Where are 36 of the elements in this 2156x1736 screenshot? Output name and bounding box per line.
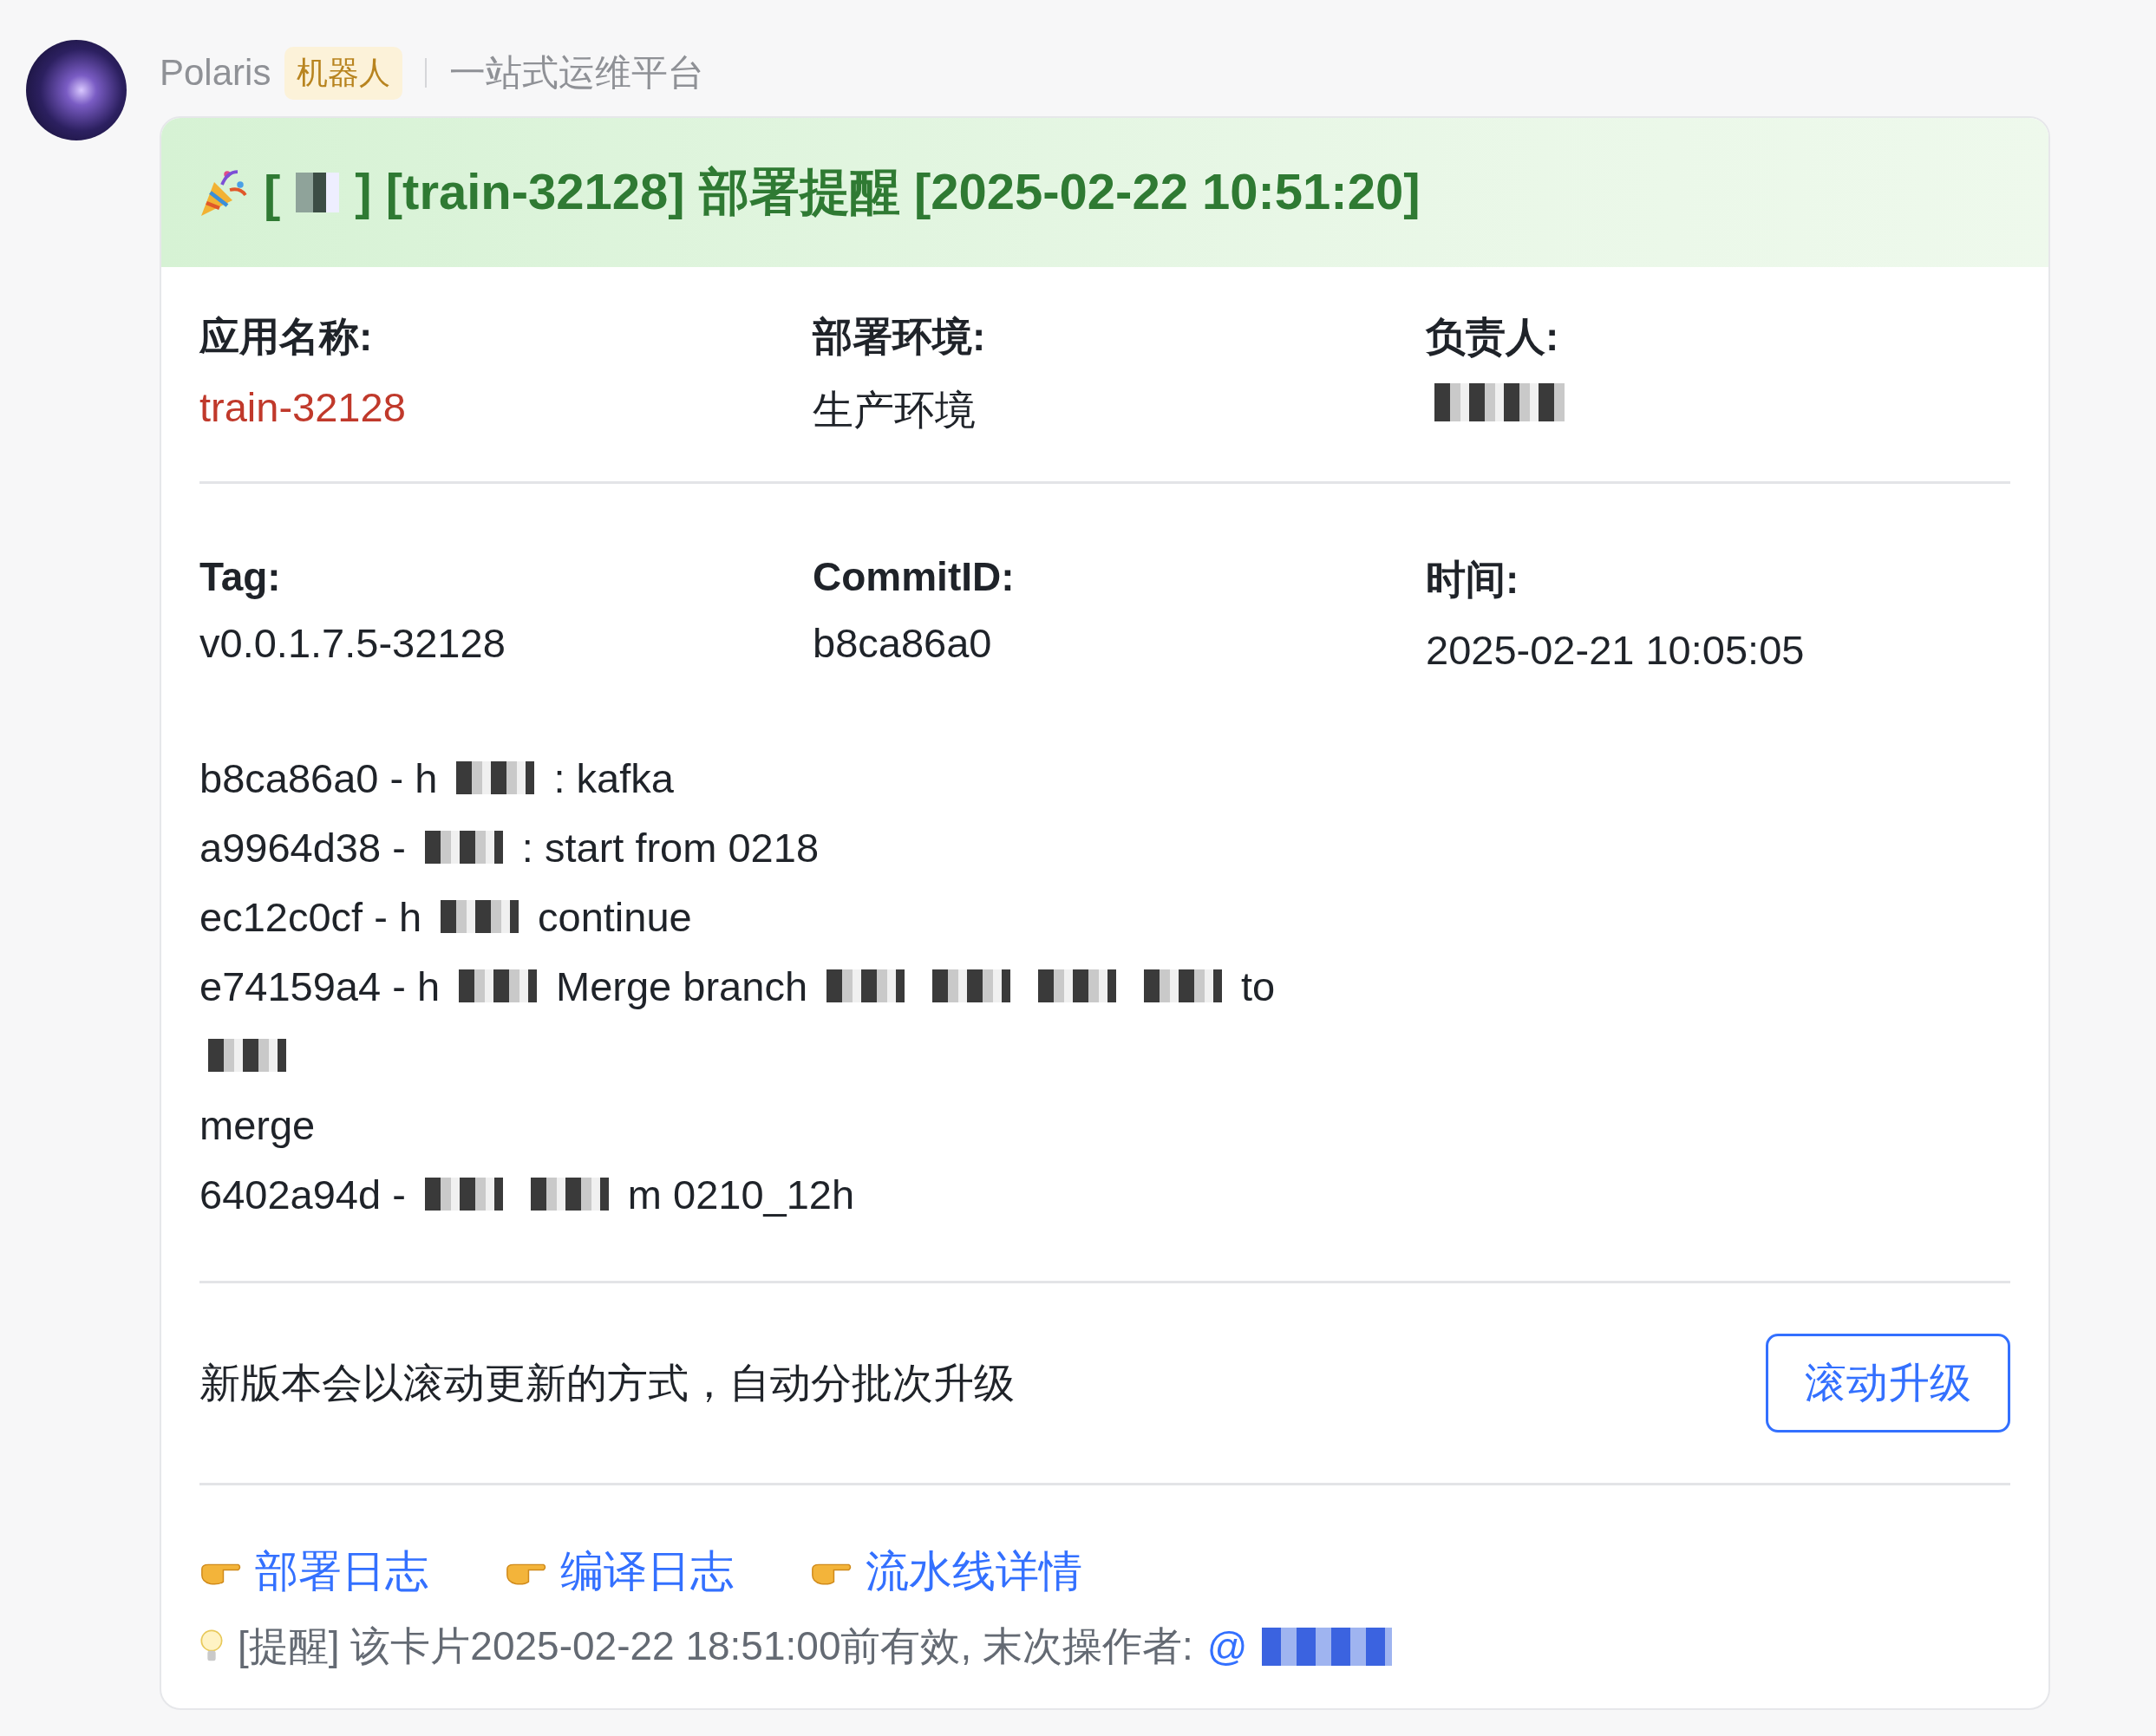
sender-name: Polaris	[160, 52, 271, 94]
reminder-text: [提醒] 该卡片2025-02-22 18:51:00前有效, 末次操作者:	[238, 1622, 1193, 1670]
commit-text: to	[1241, 962, 1276, 1010]
rolling-upgrade-button[interactable]: 滚动升级	[1766, 1334, 2010, 1433]
link[interactable]: 部署日志	[255, 1543, 428, 1601]
commit-text: 6402a94d -	[199, 1170, 406, 1218]
sender-subtitle: 一站式运维平台	[449, 51, 705, 95]
field-label: 时间:	[1426, 556, 1519, 604]
link[interactable]: 流水线详情	[866, 1543, 1082, 1601]
field-value: train-32128	[199, 383, 406, 431]
bot-badge: 机器人	[284, 46, 403, 100]
card-title: [	[264, 163, 281, 222]
notice-text: 新版本会以滚动更新的方式，自动分批次升级	[199, 1358, 1015, 1407]
commit-text: ec12c0cf - h	[199, 892, 422, 941]
commit-text: continue	[538, 892, 692, 941]
field-label: CommitID:	[813, 553, 1015, 600]
field-label: Tag:	[199, 553, 281, 600]
commit-text: : kafka	[553, 754, 674, 802]
field-label: 部署环境:	[813, 313, 986, 361]
commit-text: e74159a4 - h	[199, 962, 441, 1010]
field-value: v0.0.1.7.5-32128	[199, 619, 506, 667]
field-value: 生产环境	[813, 386, 976, 434]
commit-text: merge	[199, 1100, 316, 1149]
field-label: 负责人:	[1426, 313, 1559, 361]
field-value: 2025-02-21 10:05:05	[1426, 626, 1805, 674]
commit-text: : start from 0218	[521, 823, 820, 871]
link[interactable]: 编译日志	[560, 1543, 734, 1601]
field-value: b8ca86a0	[813, 619, 992, 667]
commit-text: a9964d38 -	[199, 823, 406, 871]
mention-link[interactable]: @	[1206, 1623, 1248, 1670]
field-label: 应用名称:	[199, 313, 373, 361]
redaction-block	[296, 173, 340, 212]
card-title: ] [train-32128] 部署提醒 [2025-02-22 10:51:20]	[355, 162, 1421, 221]
commit-text: Merge branch	[556, 962, 808, 1010]
commit-text: m 0210_12h	[627, 1170, 855, 1218]
commit-text: b8ca86a0 - h	[199, 754, 438, 802]
